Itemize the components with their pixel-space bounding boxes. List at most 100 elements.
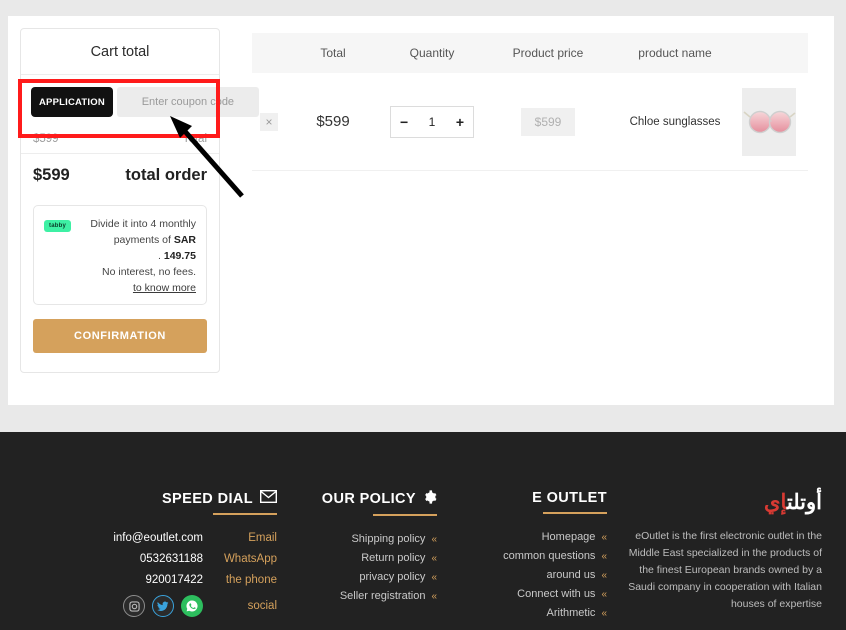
contact-email-label: Email	[248, 532, 277, 544]
chevron-left-icon: «	[601, 551, 607, 562]
contact-row-social: social	[97, 595, 277, 617]
product-price: $599	[520, 107, 576, 136]
eoutlet-item-arithmetic[interactable]: Arithmetic «	[457, 604, 607, 623]
quantity-value: 1	[428, 114, 436, 129]
contact-whatsapp-label: WhatsApp	[223, 553, 277, 565]
contact-row-whatsapp[interactable]: 0532631188 WhatsApp	[97, 550, 277, 569]
policy-item-seller-registration[interactable]: Seller registration «	[297, 587, 437, 606]
products-table: Total Quantity Product price product nam…	[252, 33, 808, 171]
cart-order-row: $599 total order	[21, 154, 219, 197]
header-quantity: Quantity	[409, 46, 455, 60]
remove-item-button[interactable]: ×	[260, 112, 278, 131]
chevron-left-icon: «	[431, 534, 437, 545]
envelope-icon	[259, 489, 278, 507]
cart-total-title: Cart total	[21, 29, 219, 75]
row-total: $599	[316, 113, 350, 130]
product-name[interactable]: Chloe sunglasses	[608, 116, 742, 128]
chevron-left-icon: «	[601, 570, 607, 581]
whatsapp-icon[interactable]	[181, 595, 203, 617]
policy-item-return[interactable]: Return policy «	[297, 549, 437, 568]
instagram-icon[interactable]	[123, 595, 145, 617]
cart-subtotal-row: $599 Total	[21, 129, 219, 154]
contact-row-email[interactable]: info@eoutlet.com Email	[97, 529, 277, 548]
footer-column-policy: OUR POLICY Shipping policy « Return polic…	[287, 490, 447, 623]
twitter-icon[interactable]	[152, 595, 174, 617]
chevron-left-icon: «	[431, 572, 437, 583]
cart-subtotal-label: Total	[182, 133, 207, 145]
social-icon-group	[123, 595, 203, 617]
contact-row-phone[interactable]: 920017422 the phone	[97, 571, 277, 590]
brand-logo-main: أوتلت	[786, 491, 822, 514]
cart-subtotal-value: $599	[33, 133, 59, 145]
brand-logo[interactable]: أوتلتإي	[627, 490, 822, 516]
eoutlet-item-contact[interactable]: Connect with us «	[457, 585, 607, 604]
coupon-code-input[interactable]	[116, 87, 259, 117]
tabby-promo-text: Divide it into 4 monthly payments of SAR…	[79, 216, 196, 296]
footer-column-eoutlet: E OUTLET Homepage « common questions « aro…	[447, 490, 617, 623]
speed-dial-title-row: SPEED DIAL	[97, 489, 278, 507]
eoutlet-item-faq[interactable]: common questions «	[457, 547, 607, 566]
contact-email-value: info@eoutlet.com	[113, 532, 203, 544]
policy-title: OUR POLICY	[321, 491, 416, 507]
tabby-badge: tabby	[44, 220, 72, 232]
confirmation-button[interactable]: CONFIRMATION	[33, 319, 207, 353]
gear-icon	[423, 490, 437, 508]
eoutlet-item-contact-label: Connect with us	[517, 588, 596, 600]
quantity-increase-button[interactable]: +	[456, 115, 464, 129]
eoutlet-link-list: Homepage « common questions « around us « C…	[457, 528, 607, 623]
eoutlet-item-homepage-label: Homepage	[541, 531, 596, 543]
coupon-row: APPLICATION	[21, 75, 259, 129]
chevron-left-icon: «	[601, 608, 607, 619]
cart-order-value: $599	[33, 166, 70, 184]
header-total: Total	[320, 46, 346, 60]
product-image-cell	[742, 87, 808, 156]
speed-dial-title: SPEED DIAL	[161, 490, 253, 507]
eoutlet-item-homepage[interactable]: Homepage «	[457, 528, 607, 547]
tabby-line-2: payments of SAR 149.75 .	[79, 232, 196, 264]
contact-whatsapp-value: 0532631188	[139, 553, 203, 565]
eoutlet-title: E OUTLET	[532, 490, 607, 506]
remove-cell: ×	[252, 112, 290, 131]
eoutlet-item-arithmetic-label: Arithmetic	[546, 607, 596, 619]
policy-item-shipping[interactable]: Shipping policy «	[297, 530, 437, 549]
table-row: × $599 − 1 + $599 Chloe sunglasses	[252, 73, 808, 171]
header-price: Product price	[512, 46, 584, 60]
page-root: Cart total APPLICATION $599 Total $599 t…	[0, 0, 846, 630]
policy-title-row: OUR POLICY	[297, 490, 437, 508]
sunglasses-icon	[743, 110, 796, 133]
speed-dial-underline	[213, 513, 277, 515]
chevron-left-icon: «	[601, 532, 607, 543]
policy-item-shipping-label: Shipping policy	[351, 533, 426, 545]
policy-underline	[373, 514, 437, 516]
eoutlet-item-about[interactable]: around us «	[457, 566, 608, 585]
quantity-stepper[interactable]: − 1 +	[390, 105, 474, 138]
policy-item-privacy[interactable]: privacy policy «	[297, 568, 437, 587]
tabby-know-more-link[interactable]: to know more	[79, 280, 196, 296]
contact-phone-value: 920017422	[145, 574, 203, 586]
policy-item-privacy-label: privacy policy	[359, 571, 426, 583]
footer-column-brand: أوتلتإي eOutlet is the first electronic …	[617, 490, 832, 623]
eoutlet-title-row: E OUTLET	[457, 490, 607, 506]
contact-phone-label: the phone	[225, 574, 277, 586]
eoutlet-item-faq-label: common questions	[503, 550, 596, 562]
eoutlet-underline	[543, 512, 607, 514]
price-cell: $599	[488, 107, 608, 136]
tabby-line-3: .No interest, no fees	[102, 266, 196, 278]
tabby-promo-box: tabby Divide it into 4 monthly payments …	[33, 205, 207, 305]
product-thumbnail[interactable]	[742, 87, 796, 156]
site-footer: SPEED DIAL info@eoutlet.com Email 053263…	[0, 432, 846, 630]
brand-description: eOutlet is the first electronic outlet i…	[628, 530, 822, 610]
footer-column-speed-dial: SPEED DIAL info@eoutlet.com Email 053263…	[87, 489, 287, 623]
brand-logo-accent: إي	[764, 491, 787, 514]
cart-total-card: Cart total APPLICATION $599 Total $599 t…	[20, 28, 259, 373]
products-table-header: Total Quantity Product price product nam…	[252, 33, 808, 73]
quantity-decrease-button[interactable]: −	[400, 115, 408, 129]
policy-item-seller-label: Seller registration	[339, 590, 426, 602]
tabby-line-2-prefix: payments of	[113, 234, 174, 246]
cart-order-label: total order	[125, 166, 207, 184]
eoutlet-item-about-label: around us	[546, 569, 596, 581]
header-name: product name	[638, 46, 712, 60]
apply-coupon-button[interactable]: APPLICATION	[31, 87, 113, 117]
policy-link-list: Shipping policy « Return policy « privacy …	[297, 530, 437, 606]
chevron-left-icon: «	[431, 591, 437, 602]
